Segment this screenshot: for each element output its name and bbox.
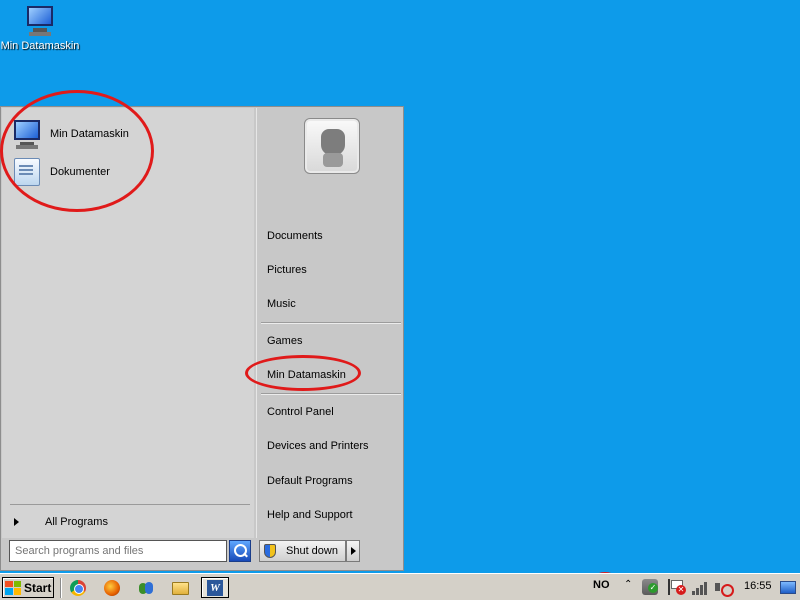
search-input[interactable] xyxy=(9,540,227,562)
menu-item-devices-printers[interactable]: Devices and Printers xyxy=(267,437,395,455)
shutdown-label: Shut down xyxy=(286,545,338,557)
menu-item-music[interactable]: Music xyxy=(267,295,395,313)
folder-icon[interactable] xyxy=(169,578,191,598)
show-desktop-icon[interactable] xyxy=(780,581,796,594)
search-icon[interactable] xyxy=(229,540,251,562)
menu-item-default-programs[interactable]: Default Programs xyxy=(267,472,395,490)
menu-separator xyxy=(261,393,401,394)
menu-item-pictures[interactable]: Pictures xyxy=(267,261,395,279)
clock[interactable]: 16:55 xyxy=(744,580,772,592)
shutdown-options-button[interactable] xyxy=(346,540,360,562)
system-tray: NO ⌃ 16:55 xyxy=(586,576,800,599)
taskbar: Start W NO ⌃ 16:55 xyxy=(0,573,800,600)
shutdown-button[interactable]: Shut down xyxy=(259,540,346,562)
menu-item-games[interactable]: Games xyxy=(267,332,395,350)
security-shield-icon[interactable] xyxy=(642,579,658,595)
menu-item-control-panel[interactable]: Control Panel xyxy=(267,403,395,421)
annotation-circle-min-datamaskin xyxy=(245,355,361,391)
menu-separator xyxy=(261,322,401,323)
menu-item-help-support[interactable]: Help and Support xyxy=(267,506,395,524)
chrome-icon[interactable] xyxy=(67,578,89,598)
desktop-icon-label: Min Datamaskin xyxy=(0,40,80,52)
computer-icon xyxy=(23,4,57,36)
people-icon[interactable] xyxy=(135,578,157,598)
shield-icon xyxy=(264,544,276,558)
start-button[interactable]: Start xyxy=(2,577,54,598)
taskbar-app-word[interactable]: W xyxy=(201,577,229,598)
language-indicator[interactable]: NO xyxy=(593,579,610,591)
taskbar-separator xyxy=(60,578,62,598)
menu-item-documents[interactable]: Documents xyxy=(267,227,395,245)
word-icon: W xyxy=(207,579,223,596)
desktop-icon-min-datamaskin[interactable]: Min Datamaskin xyxy=(0,4,80,52)
firefox-icon[interactable] xyxy=(101,578,123,598)
all-programs-separator xyxy=(10,504,250,505)
annotation-circle-pinned xyxy=(0,90,154,212)
action-center-flag-icon[interactable] xyxy=(668,579,686,595)
network-signal-icon[interactable] xyxy=(692,579,708,595)
all-programs-label: All Programs xyxy=(45,516,108,528)
user-avatar[interactable] xyxy=(304,118,360,174)
volume-muted-icon[interactable] xyxy=(714,579,734,597)
windows-logo-icon xyxy=(5,580,21,595)
start-label: Start xyxy=(24,580,52,595)
start-menu-right-pane: Documents Pictures Music Games Min Datam… xyxy=(256,108,403,538)
all-programs-button[interactable]: All Programs xyxy=(14,513,244,531)
chevron-up-icon[interactable]: ⌃ xyxy=(624,579,632,590)
chevron-right-icon xyxy=(14,518,19,526)
